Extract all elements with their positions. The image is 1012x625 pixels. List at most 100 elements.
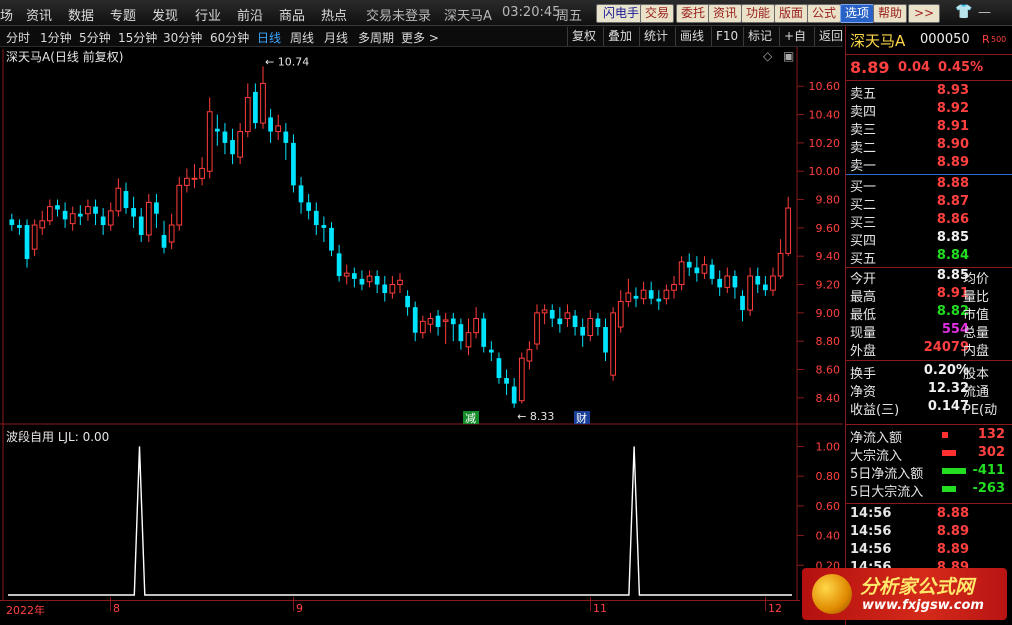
flash-trade-button[interactable]: 闪电手	[596, 4, 646, 23]
menu-item-discover[interactable]: 发现	[152, 5, 178, 24]
period-30min[interactable]: 30分钟	[163, 29, 202, 46]
period-multi[interactable]: 多周期	[358, 29, 394, 46]
menu-item-data[interactable]: 数据	[68, 5, 94, 24]
chart-bg	[0, 47, 843, 425]
candle-up	[747, 275, 753, 311]
candle-down	[298, 185, 304, 203]
menu-item-news[interactable]: 资讯	[26, 5, 52, 24]
adjust-button[interactable]: 复权	[567, 27, 603, 46]
period-more[interactable]: 更多 >	[401, 29, 439, 46]
candle-up	[465, 332, 472, 348]
stat-label: 今开	[850, 272, 877, 287]
ask-price: 8.89	[936, 155, 969, 170]
flow-label: 净流入额	[850, 431, 903, 446]
clock: 03:20:45	[502, 5, 561, 20]
candle-down	[321, 225, 327, 228]
period-5min[interactable]: 5分钟	[79, 29, 111, 46]
divider	[846, 54, 1012, 55]
bid-row-5[interactable]: 买五 8.84	[846, 248, 1012, 267]
price-tick-label: 8.40	[816, 392, 841, 405]
options-button[interactable]: 选项	[840, 4, 874, 23]
indicator-chart[interactable]: 0.20 0.40 0.60 0.80 1.00 波段自用 LJL: 0.00	[0, 425, 843, 600]
stat-label-2: 量比	[963, 290, 990, 305]
candle-up	[244, 97, 251, 133]
formula-button[interactable]: 公式	[807, 4, 841, 23]
candle-up	[534, 312, 540, 345]
ask-row-4[interactable]: 卖四 8.92	[846, 101, 1012, 120]
candle-up	[427, 318, 434, 325]
login-status[interactable]: 交易未登录	[366, 5, 431, 24]
period-15min[interactable]: 15分钟	[118, 29, 157, 46]
function-button[interactable]: 功能	[741, 4, 775, 23]
menu-item-commodity[interactable]: 商品	[279, 5, 305, 24]
help-button[interactable]: 帮助	[873, 4, 907, 23]
logo-url: www.fxjgsw.com	[862, 598, 984, 613]
menu-item-hot[interactable]: 热点	[321, 5, 347, 24]
ask-row-3[interactable]: 卖三 8.91	[846, 119, 1012, 138]
period-monthly[interactable]: 月线	[324, 29, 348, 46]
indicator-bg	[0, 425, 843, 600]
candle-up	[85, 206, 91, 215]
tick-time: 14:56	[850, 524, 892, 539]
bid-row-2[interactable]: 买二 8.87	[846, 194, 1012, 213]
candle-up	[671, 284, 677, 291]
menu-item-industry[interactable]: 行业	[195, 5, 221, 24]
more-button[interactable]: >>	[908, 4, 940, 23]
indicator-svg[interactable]: 0.200.400.600.801.00	[0, 425, 843, 600]
date-tick	[110, 597, 111, 611]
ask-label: 卖四	[850, 105, 877, 120]
candle-down	[306, 202, 312, 211]
f10-button[interactable]: F10	[711, 27, 743, 46]
close-pane-icon[interactable]: ▣	[783, 49, 794, 63]
divider	[846, 80, 1012, 81]
candlestick-svg[interactable]: 8.40 8.60 8.80 9.00 9.20 9.40 9.60 9.80 10.00 10.…	[0, 47, 843, 425]
menu-bar: 场 资讯 数据 专题 发现 行业 前沿 商品 热点 交易未登录 深天马A 03:…	[0, 0, 1012, 26]
candle-down	[755, 276, 761, 285]
trade-button[interactable]: 交易	[640, 4, 674, 23]
stat-high: 最高 8.91 量比	[846, 286, 1012, 305]
ask-row-2[interactable]: 卖二 8.90	[846, 137, 1012, 156]
bid-row-3[interactable]: 买三 8.86	[846, 212, 1012, 231]
candle-up	[541, 309, 548, 314]
order-button[interactable]: 委托	[676, 4, 710, 23]
candle-down	[138, 216, 144, 235]
candle-up	[785, 207, 792, 254]
bid-label: 买二	[850, 198, 877, 213]
menu-item-frontier[interactable]: 前沿	[237, 5, 263, 24]
stat-outer: 外盘 24079 内盘	[846, 340, 1012, 359]
mark-button[interactable]: 标记	[743, 27, 779, 46]
period-weekly[interactable]: 周线	[290, 29, 314, 46]
book-divider	[846, 174, 1012, 175]
candle-down	[557, 318, 563, 325]
menu-item-0[interactable]: 场	[0, 5, 13, 24]
draw-button[interactable]: 画线	[675, 27, 711, 46]
period-minute[interactable]: 分时	[6, 29, 30, 46]
flow-label: 5日净流入额	[850, 467, 924, 482]
candle-down	[253, 91, 258, 124]
candle-down	[351, 273, 357, 279]
shirt-icon[interactable]: 👕	[955, 4, 972, 20]
news-button[interactable]: 资讯	[708, 4, 742, 23]
candle-down	[572, 315, 578, 328]
period-60min[interactable]: 60分钟	[210, 29, 249, 46]
ask-row-5[interactable]: 卖五 8.93	[846, 83, 1012, 102]
minimize-icon[interactable]: —	[978, 5, 991, 20]
candle-up	[724, 275, 731, 288]
diamond-icon[interactable]: ◇	[763, 49, 773, 63]
bid-row-4[interactable]: 买四 8.85	[846, 230, 1012, 249]
overlay-button[interactable]: 叠加	[603, 27, 639, 46]
period-daily[interactable]: 日线	[257, 29, 281, 46]
candlestick-chart[interactable]: 8.40 8.60 8.80 9.00 9.20 9.40 9.60 9.80 10.00 10.…	[0, 47, 843, 425]
menu-item-topic[interactable]: 专题	[110, 5, 136, 24]
layout-button[interactable]: 版面	[774, 4, 808, 23]
ask-row-1[interactable]: 卖一 8.89	[846, 155, 1012, 174]
bid-row-1[interactable]: 买一 8.88	[846, 176, 1012, 195]
add-watchlist-button[interactable]: +自选	[779, 27, 816, 61]
back-button[interactable]: 返回	[814, 27, 843, 46]
candle-down	[359, 278, 365, 285]
main-chart-title: 深天马A(日线 前复权)	[6, 50, 124, 64]
candle-down	[230, 140, 235, 155]
period-1min[interactable]: 1分钟	[40, 29, 72, 46]
candle-down	[580, 327, 586, 336]
stats-button[interactable]: 统计	[639, 27, 675, 46]
